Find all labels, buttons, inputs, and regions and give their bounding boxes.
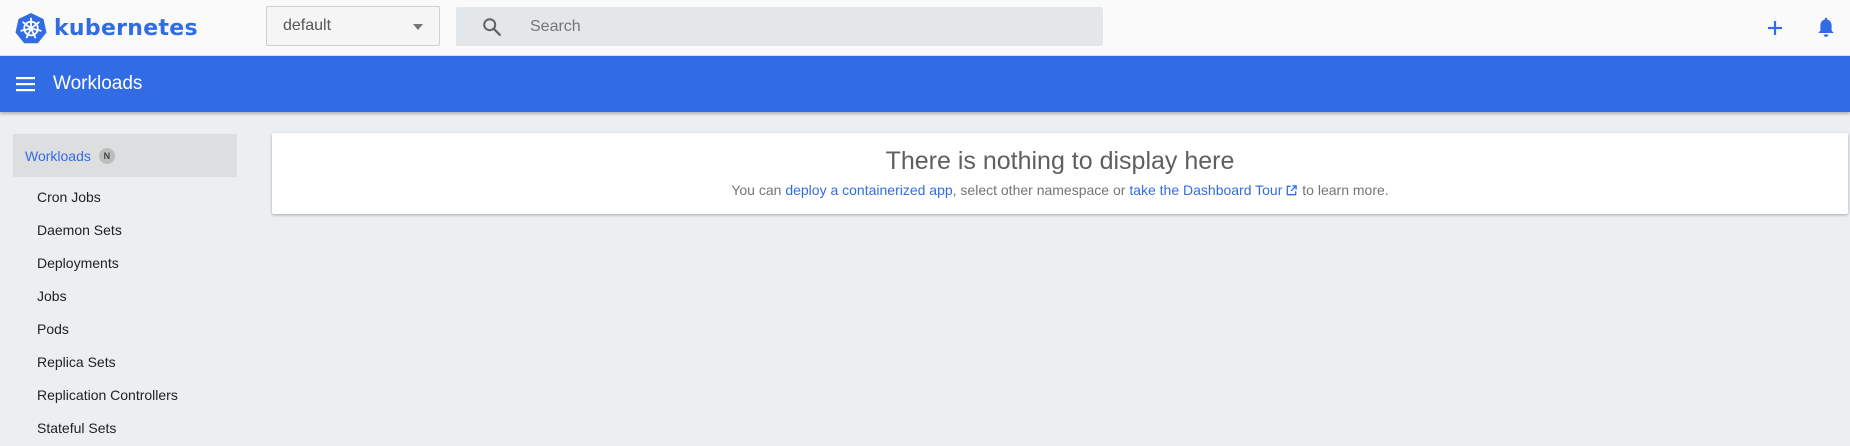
page-title: Workloads [53,73,143,94]
bell-icon[interactable] [1812,14,1840,42]
empty-state-text: You can deploy a containerized app, sele… [272,182,1848,198]
sidebar-item-deployments[interactable]: Deployments [37,247,178,280]
sidebar-item-pods[interactable]: Pods [37,313,178,346]
namespace-selector[interactable]: default [266,6,440,46]
empty-state-text-prefix: You can [731,182,786,198]
sidebar-nav-list: Cron Jobs Daemon Sets Deployments Jobs P… [37,181,178,445]
kubernetes-helm-icon [15,13,47,44]
plus-icon[interactable] [1761,14,1789,42]
sidebar-item-cron-jobs[interactable]: Cron Jobs [37,181,178,214]
sidebar-header-label: Workloads [25,147,91,164]
page-toolbar: Workloads [0,56,1850,112]
brand-logo-link[interactable]: kubernetes [15,10,198,46]
sidebar-item-daemon-sets[interactable]: Daemon Sets [37,214,178,247]
search-input[interactable] [530,7,1090,46]
sidebar-item-replica-sets[interactable]: Replica Sets [37,346,178,379]
brand-name: kubernetes [54,15,198,41]
open-in-new-icon [1287,185,1298,196]
empty-state-title: There is nothing to display here [885,147,1235,175]
dashboard-tour-link[interactable]: take the Dashboard Tour [1129,182,1298,198]
namespace-selected-value: default [283,17,332,34]
sidebar-item-replication-controllers[interactable]: Replication Controllers [37,379,178,412]
namespaced-badge: N [98,147,115,164]
search-bar [456,7,1103,46]
top-app-bar: kubernetes default [0,0,1850,56]
deploy-app-link[interactable]: deploy a containerized app [785,182,952,198]
search-icon [483,18,501,36]
empty-state-text-suffix: to learn more. [1298,182,1389,198]
sidebar: Workloads N Cron Jobs Daemon Sets Deploy… [0,112,250,446]
empty-state-text-middle: , select other namespace or [952,182,1130,198]
sidebar-item-workloads[interactable]: Workloads N [13,134,237,177]
hamburger-menu-icon[interactable] [12,70,40,98]
dashboard-tour-label: take the Dashboard Tour [1129,182,1283,198]
dropdown-caret-icon [413,24,423,30]
sidebar-item-jobs[interactable]: Jobs [37,280,178,313]
empty-state-card: There is nothing to display here You can… [272,133,1848,214]
sidebar-item-stateful-sets[interactable]: Stateful Sets [37,412,178,445]
